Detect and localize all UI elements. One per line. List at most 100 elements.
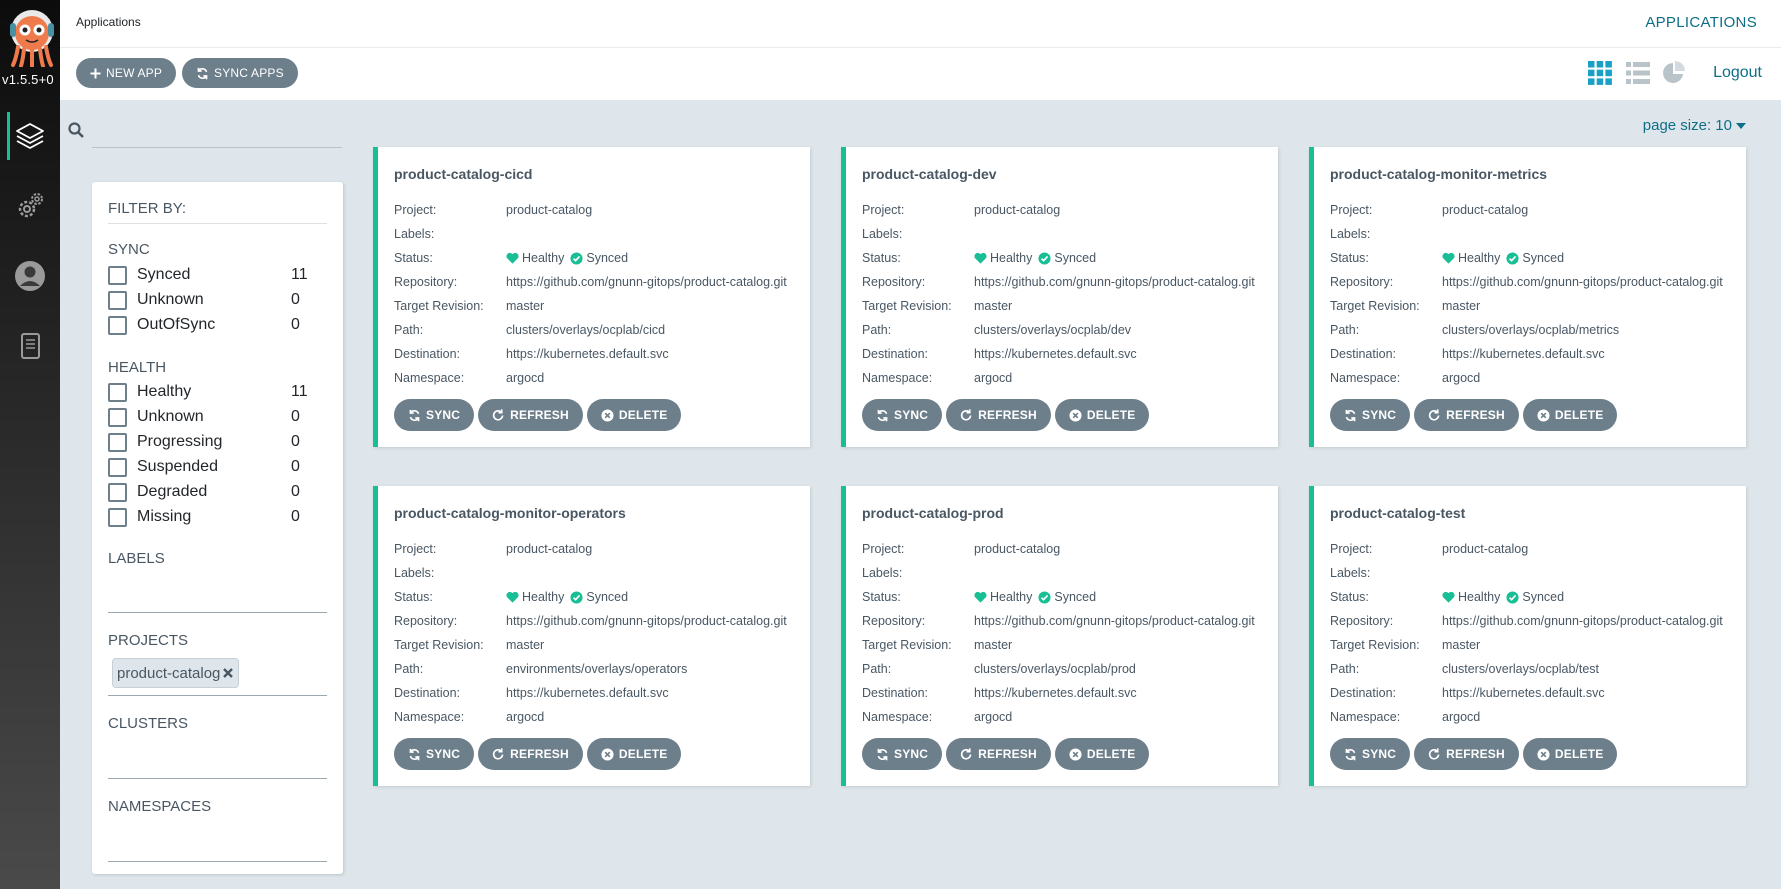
checkbox[interactable]: [108, 507, 127, 527]
delete-button[interactable]: DELETE: [586, 738, 682, 770]
new-app-button[interactable]: NEW APP: [76, 58, 177, 88]
app-name[interactable]: product-catalog-cicd: [394, 166, 532, 182]
row-destination: Destination: https://kubernetes.default.s…: [394, 342, 814, 366]
app-card[interactable]: product-catalog-cicd Project: product-cat…: [373, 147, 810, 447]
refresh-icon: [492, 408, 504, 421]
namespaces-input[interactable]: [108, 861, 327, 862]
checkbox[interactable]: [108, 457, 127, 477]
filter-health-unknown[interactable]: Unknown 0: [108, 406, 308, 428]
field-value: argocd: [974, 710, 1013, 724]
refresh-button[interactable]: REFRESH: [1414, 399, 1519, 431]
sync-button-label: SYNC: [1362, 408, 1397, 422]
filter-sync-unknown[interactable]: Unknown 0: [108, 289, 308, 311]
search-input[interactable]: [92, 147, 342, 148]
checkbox[interactable]: [108, 432, 127, 452]
sync-button[interactable]: SYNC: [1330, 738, 1411, 770]
sync-icon: [877, 409, 888, 421]
heart-icon: [506, 591, 519, 603]
app-details: Project: product-catalog Labels: Status: …: [1330, 537, 1750, 729]
health-status: Healthy: [522, 251, 565, 265]
checkbox[interactable]: [108, 290, 127, 310]
refresh-button[interactable]: REFRESH: [946, 399, 1051, 431]
nav-settings[interactable]: [0, 178, 60, 234]
sync-apps-button[interactable]: SYNC APPS: [182, 58, 298, 88]
logout-link[interactable]: Logout: [1713, 64, 1762, 82]
card-actions: SYNC REFRESH DELETE: [1330, 738, 1618, 770]
refresh-button[interactable]: REFRESH: [1414, 738, 1519, 770]
row-repository: Repository: https://github.com/gnunn-gito…: [1330, 270, 1750, 294]
app-name[interactable]: product-catalog-monitor-operators: [394, 505, 626, 521]
field-value: argocd: [1442, 371, 1481, 385]
close-icon[interactable]: [222, 667, 234, 679]
sync-button[interactable]: SYNC: [862, 738, 943, 770]
clusters-input[interactable]: [108, 778, 327, 779]
app-card[interactable]: product-catalog-monitor-metrics Project:…: [1309, 147, 1746, 447]
status-value: Healthy Synced: [506, 251, 628, 265]
field-value: master: [1442, 638, 1481, 652]
card-actions: SYNC REFRESH DELETE: [862, 399, 1150, 431]
check-circle-icon: [1038, 590, 1051, 604]
filter-sync-outofsync[interactable]: OutOfSync 0: [108, 314, 308, 336]
app-name[interactable]: product-catalog-prod: [862, 505, 1004, 521]
filter-health-healthy[interactable]: Healthy 11: [108, 381, 308, 403]
delete-button[interactable]: DELETE: [1522, 399, 1618, 431]
filter-sync-synced[interactable]: Synced 11: [108, 264, 308, 286]
checkbox[interactable]: [108, 407, 127, 427]
checkbox[interactable]: [108, 265, 127, 285]
filter-label: Progressing: [137, 433, 223, 450]
field-value: master: [974, 299, 1013, 313]
projects-input[interactable]: [108, 695, 327, 696]
row-destination: Destination: https://kubernetes.default.s…: [862, 342, 1282, 366]
project-chip-label: product-catalog: [117, 664, 221, 682]
field-label: Labels:: [862, 227, 903, 241]
filter-health-progressing[interactable]: Progressing 0: [108, 431, 308, 453]
app-card[interactable]: product-catalog-prod Project: product-cat…: [841, 486, 1278, 786]
app-card[interactable]: product-catalog-test Project: product-cat…: [1309, 486, 1746, 786]
refresh-button-label: REFRESH: [1446, 747, 1505, 761]
nav-applications[interactable]: [0, 108, 60, 164]
list-view-icon[interactable]: [1626, 61, 1650, 85]
refresh-icon: [960, 408, 972, 421]
field-label: Project:: [1330, 203, 1373, 217]
app-name[interactable]: product-catalog-monitor-metrics: [1330, 166, 1547, 182]
nav-user-info[interactable]: [0, 248, 60, 304]
delete-button[interactable]: DELETE: [586, 399, 682, 431]
times-circle-icon: [601, 747, 614, 761]
sync-button[interactable]: SYNC: [1330, 399, 1411, 431]
filter-count: 0: [291, 483, 300, 500]
labels-input[interactable]: [108, 612, 327, 613]
checkbox[interactable]: [108, 382, 127, 402]
delete-button[interactable]: DELETE: [1054, 738, 1150, 770]
app-name[interactable]: product-catalog-dev: [862, 166, 997, 182]
refresh-button[interactable]: REFRESH: [478, 738, 583, 770]
field-label: Labels:: [394, 227, 435, 241]
delete-button[interactable]: DELETE: [1522, 738, 1618, 770]
app-card[interactable]: product-catalog-dev Project: product-cata…: [841, 147, 1278, 447]
summary-view-icon[interactable]: [1662, 61, 1686, 85]
health-status: Healthy: [1458, 251, 1501, 265]
filter-health-suspended[interactable]: Suspended 0: [108, 456, 308, 478]
row-path: Path: clusters/overlays/ocplab/prod: [862, 657, 1282, 681]
refresh-button[interactable]: REFRESH: [946, 738, 1051, 770]
tiles-view-icon[interactable]: [1588, 61, 1612, 85]
refresh-button[interactable]: REFRESH: [478, 399, 583, 431]
field-label: Destination:: [394, 686, 461, 700]
filter-health-degraded[interactable]: Degraded 0: [108, 481, 308, 503]
delete-button[interactable]: DELETE: [1054, 399, 1150, 431]
checkbox[interactable]: [108, 482, 127, 502]
sync-button[interactable]: SYNC: [394, 399, 475, 431]
field-label: Target Revision:: [1330, 299, 1420, 313]
app-name[interactable]: product-catalog-test: [1330, 505, 1465, 521]
sync-button[interactable]: SYNC: [862, 399, 943, 431]
breadcrumb[interactable]: Applications: [76, 15, 141, 29]
filter-health-missing[interactable]: Missing 0: [108, 506, 308, 528]
sync-button[interactable]: SYNC: [394, 738, 475, 770]
sync-button-label: SYNC: [894, 408, 929, 422]
nav-docs[interactable]: [0, 318, 60, 374]
field-value: https://kubernetes.default.svc: [974, 686, 1137, 700]
app-card[interactable]: product-catalog-monitor-operators Projec…: [373, 486, 810, 786]
page-size-dropdown[interactable]: page size: 10: [1643, 117, 1746, 134]
checkbox[interactable]: [108, 315, 127, 335]
field-label: Labels:: [862, 566, 903, 580]
filter-header: FILTER BY:: [108, 200, 327, 224]
